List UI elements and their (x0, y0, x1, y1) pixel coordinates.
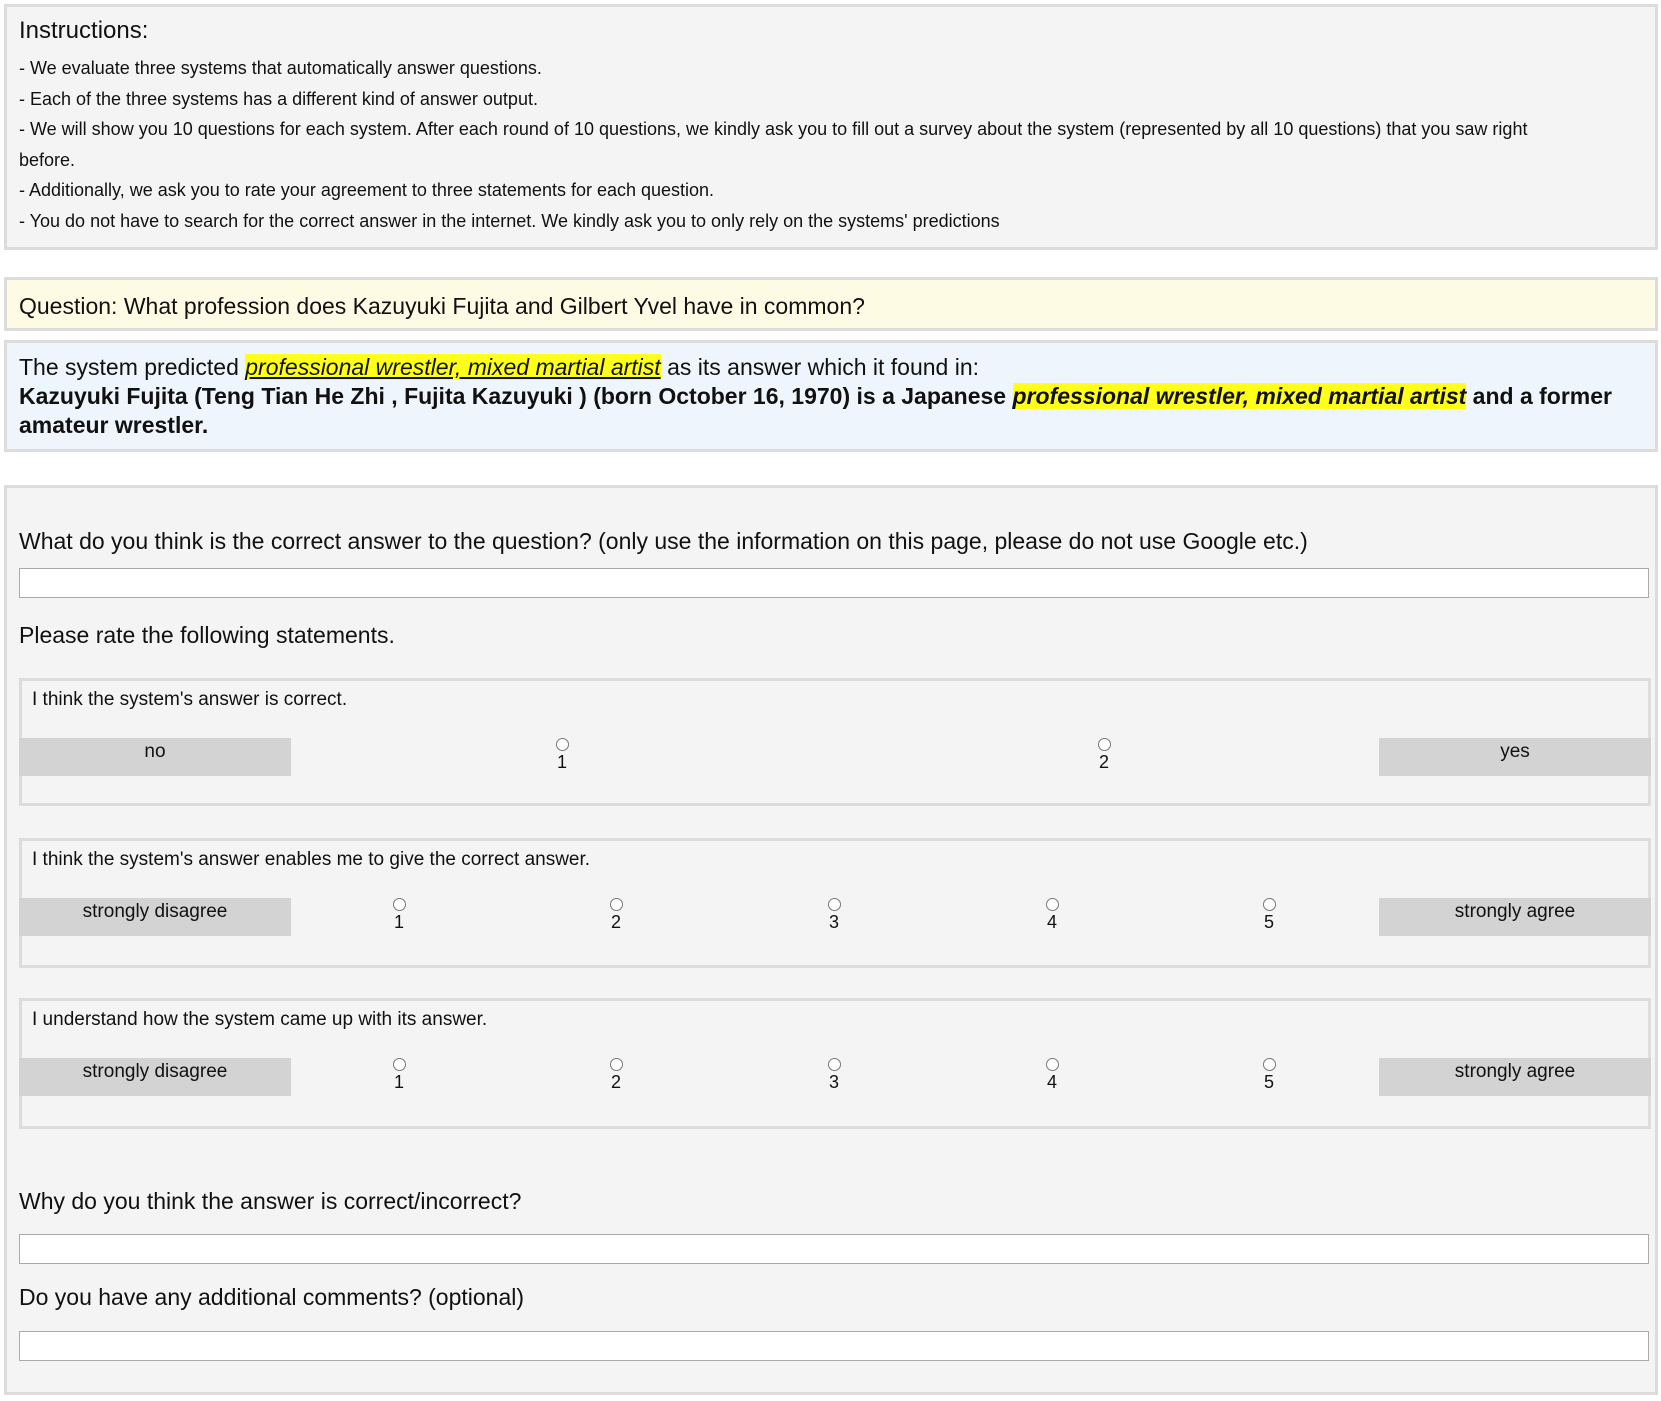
option-label: 5 (1263, 1072, 1274, 1092)
radio-button[interactable] (827, 1058, 841, 1071)
prediction-line: The system predicted professional wrestl… (19, 353, 1643, 382)
radio-button[interactable] (392, 1058, 406, 1071)
question-panel: Question: What profession does Kazuyuki … (4, 277, 1658, 331)
answer-panel: The system predicted professional wrestl… (4, 340, 1658, 452)
scale-left-label: strongly disagree (19, 1058, 291, 1096)
rating-option-5[interactable]: 5 (1249, 898, 1289, 933)
radio-button[interactable] (1262, 1058, 1276, 1071)
option-label: 2 (1098, 752, 1109, 772)
radio-button[interactable] (1045, 898, 1059, 911)
comments-input[interactable] (19, 1331, 1649, 1361)
rating-option-4[interactable]: 4 (1032, 1058, 1072, 1093)
radio-button[interactable] (1262, 898, 1276, 911)
rating-option-2[interactable]: 2 (596, 898, 636, 933)
option-label: 2 (610, 1072, 621, 1092)
option-label: 4 (1046, 912, 1057, 932)
rating-option-1[interactable]: 1 (379, 1058, 419, 1093)
why-question: Why do you think the answer is correct/i… (19, 1188, 522, 1214)
option-label: 1 (393, 912, 404, 932)
rating-enables: I think the system's answer enables me t… (19, 838, 1651, 968)
instruction-line: before. (19, 149, 76, 170)
rate-heading: Please rate the following statements. (19, 622, 395, 648)
rating-correct: I think the system's answer is correct. … (19, 678, 1651, 806)
instruction-line: - Additionally, we ask you to rate your … (19, 180, 715, 200)
rating-option-3[interactable]: 3 (814, 898, 854, 933)
comments-question: Do you have any additional comments? (op… (19, 1284, 525, 1310)
rating-option-3[interactable]: 3 (814, 1058, 854, 1093)
radio-button[interactable] (392, 898, 406, 911)
correct-answer-question: What do you think is the correct answer … (19, 528, 1308, 554)
rating-understand: I understand how the system came up with… (19, 998, 1651, 1129)
instruction-line: - We will show you 10 questions for each… (19, 119, 1528, 139)
context-highlight: professional wrestler, mixed martial art… (1012, 383, 1467, 409)
option-label: 2 (610, 912, 621, 932)
context-before: Kazuyuki Fujita (Teng Tian He Zhi , Fuji… (19, 383, 1013, 409)
instruction-line: - We evaluate three systems that automat… (19, 58, 542, 78)
context-passage: Kazuyuki Fujita (Teng Tian He Zhi , Fuji… (19, 382, 1643, 440)
scale-right-label: strongly agree (1379, 898, 1651, 936)
option-label: 1 (393, 1072, 404, 1092)
rating-option-4[interactable]: 4 (1032, 898, 1072, 933)
rating-option-2[interactable]: 2 (1084, 738, 1124, 773)
radio-button[interactable] (609, 898, 623, 911)
radio-button[interactable] (609, 1058, 623, 1071)
radio-button[interactable] (827, 898, 841, 911)
question-text: Question: What profession does Kazuyuki … (19, 293, 865, 319)
option-label: 3 (828, 912, 839, 932)
option-label: 1 (556, 752, 567, 772)
rating-statement: I think the system's answer enables me t… (32, 849, 591, 870)
instruction-line: - You do not have to search for the corr… (19, 210, 1000, 231)
survey-panel: What do you think is the correct answer … (4, 485, 1658, 1395)
scale-right-label: yes (1379, 738, 1651, 776)
scale-left-label: no (19, 738, 291, 776)
why-input[interactable] (19, 1234, 1649, 1264)
instruction-line: - Each of the three systems has a differ… (19, 88, 538, 109)
option-label: 5 (1263, 912, 1274, 932)
rating-option-2[interactable]: 2 (596, 1058, 636, 1093)
radio-button[interactable] (555, 738, 569, 751)
radio-button[interactable] (1045, 1058, 1059, 1071)
rating-statement: I understand how the system came up with… (32, 1009, 488, 1030)
option-label: 3 (828, 1072, 839, 1092)
rating-option-1[interactable]: 1 (542, 738, 582, 773)
rating-option-1[interactable]: 1 (379, 898, 419, 933)
option-label: 4 (1046, 1072, 1057, 1092)
prediction-prefix: The system predicted (19, 354, 246, 380)
instructions-panel: Instructions: - We evaluate three system… (4, 4, 1658, 250)
correct-answer-input[interactable] (19, 568, 1649, 598)
scale-left-label: strongly disagree (19, 898, 291, 936)
radio-button[interactable] (1097, 738, 1111, 751)
rating-option-5[interactable]: 5 (1249, 1058, 1289, 1093)
predicted-answer: professional wrestler, mixed martial art… (245, 354, 661, 380)
prediction-suffix: as its answer which it found in: (660, 354, 980, 380)
instructions-title: Instructions: (19, 17, 149, 44)
rating-statement: I think the system's answer is correct. (32, 689, 348, 710)
scale-right-label: strongly agree (1379, 1058, 1651, 1096)
